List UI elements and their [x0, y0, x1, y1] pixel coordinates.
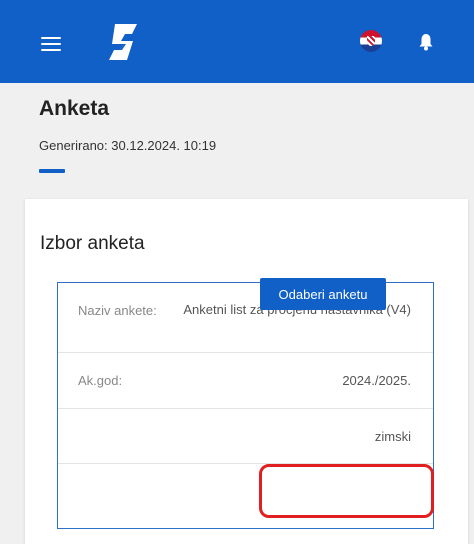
- bell-icon[interactable]: [418, 33, 434, 51]
- hamburger-menu-icon[interactable]: [41, 37, 61, 51]
- semester-row: zimski: [58, 409, 433, 464]
- academic-year-label: Ak.god:: [78, 373, 123, 388]
- select-survey-button[interactable]: Odaberi anketu: [260, 278, 386, 310]
- app-logo[interactable]: [106, 22, 140, 62]
- academic-year-row: Ak.god: 2024./2025.: [58, 353, 433, 409]
- academic-year-value: 2024./2025.: [342, 373, 411, 388]
- survey-selection-card: Izbor anketa Naziv ankete: Anketni list …: [25, 199, 468, 544]
- survey-name-label: Naziv ankete:: [78, 303, 157, 318]
- card-title: Izbor anketa: [40, 233, 145, 254]
- flag-shield: [367, 36, 375, 46]
- page-title: Anketa: [39, 97, 110, 120]
- title-accent-bar: [39, 169, 65, 173]
- survey-details-box: Naziv ankete: Anketni list za procjenu n…: [57, 282, 434, 529]
- croatian-flag-icon[interactable]: [360, 30, 382, 52]
- semester-value: zimski: [374, 429, 411, 444]
- generated-timestamp: Generirano: 30.12.2024. 10:19: [39, 138, 217, 153]
- top-app-bar: [0, 0, 474, 83]
